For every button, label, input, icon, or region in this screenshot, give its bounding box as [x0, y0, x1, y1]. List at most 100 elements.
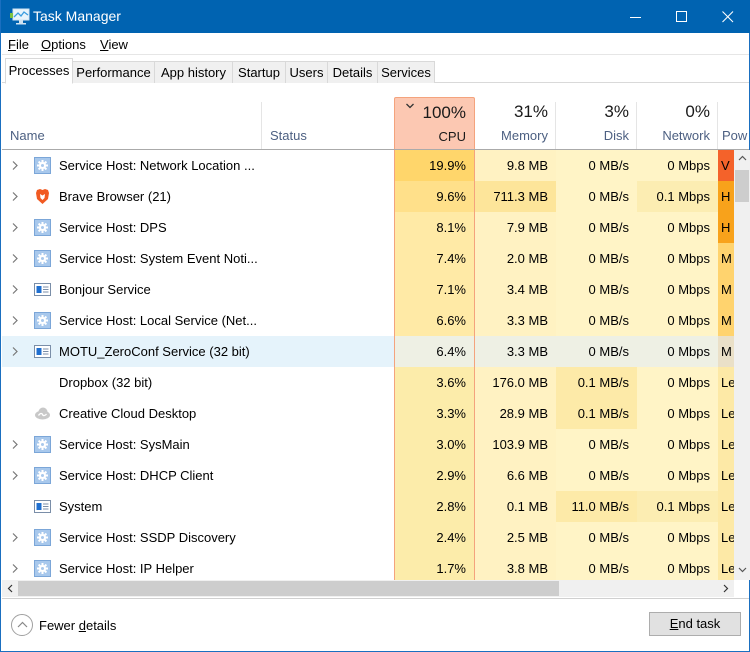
process-row[interactable]: MOTU_ZeroConf Service (32 bit) 6.4% 3.3 MB…	[2, 336, 734, 367]
cpu-total-percent: 100%	[422, 103, 466, 122]
tab-users[interactable]: Users	[285, 61, 328, 83]
process-row[interactable]: Service Host: SSDP Discovery 2.4% 2.5 MB 0 …	[2, 522, 734, 553]
chevron-right-icon[interactable]	[11, 346, 19, 357]
process-name-cell[interactable]: Dropbox (32 bit)	[2, 367, 261, 398]
process-power-usage-cell: Le	[718, 429, 734, 460]
process-row[interactable]: Brave Browser (21) 9.6% 711.3 MB 0 MB/s 0.1 …	[2, 181, 734, 212]
menu-file[interactable]: File	[8, 37, 29, 52]
process-memory-cell: 3.8 MB	[475, 553, 556, 580]
tab-processes[interactable]: Processes	[5, 58, 73, 84]
chevron-right-icon[interactable]	[11, 439, 19, 450]
chevron-right-icon[interactable]	[11, 532, 19, 543]
process-row[interactable]: Service Host: DHCP Client 2.9% 6.6 MB 0 MB/…	[2, 460, 734, 491]
vertical-scroll-thumb[interactable]	[735, 170, 749, 202]
column-header-name[interactable]: Name	[2, 97, 262, 149]
chevron-right-icon[interactable]	[11, 563, 19, 574]
column-header-network[interactable]: 0% Network	[637, 97, 718, 149]
chevron-right-icon[interactable]	[11, 470, 19, 481]
column-header-status[interactable]: Status	[262, 97, 395, 149]
vertical-scrollbar[interactable]	[734, 150, 750, 580]
process-name-cell[interactable]: Service Host: DPS	[2, 212, 261, 243]
process-name: Dropbox (32 bit)	[59, 375, 153, 390]
process-disk-cell: 0 MB/s	[556, 336, 637, 367]
tab-services[interactable]: Services	[377, 61, 435, 83]
chevron-right-icon[interactable]	[11, 191, 19, 202]
process-row[interactable]: Service Host: IP Helper 1.7% 3.8 MB 0 MB/s 0…	[2, 553, 734, 580]
process-name-cell[interactable]: Service Host: Network Location ...	[2, 150, 261, 181]
column-header-cpu[interactable]: 100% CPU	[394, 97, 475, 149]
process-status-cell	[261, 460, 394, 491]
process-row[interactable]: Creative Cloud Desktop 3.3% 28.9 MB 0.1 MB/…	[2, 398, 734, 429]
process-disk-cell: 0 MB/s	[556, 243, 637, 274]
process-name: Creative Cloud Desktop	[59, 406, 197, 421]
tab-startup[interactable]: Startup	[232, 61, 286, 83]
process-disk-cell: 0 MB/s	[556, 429, 637, 460]
chevron-right-icon[interactable]	[11, 160, 19, 171]
process-name-cell[interactable]: Service Host: SSDP Discovery	[2, 522, 261, 553]
chevron-right-icon[interactable]	[11, 222, 19, 233]
tab-app-history[interactable]: App history	[154, 61, 233, 83]
end-task-button[interactable]: End task	[649, 612, 741, 636]
process-name-cell[interactable]: Bonjour Service	[2, 274, 261, 305]
process-row[interactable]: Service Host: System Event Noti... 7.4% 2.…	[2, 243, 734, 274]
process-memory-cell: 176.0 MB	[475, 367, 556, 398]
process-name-cell[interactable]: Service Host: IP Helper	[2, 553, 261, 580]
scroll-up-button[interactable]	[734, 150, 750, 166]
process-memory-cell: 28.9 MB	[475, 398, 556, 429]
title-bar[interactable]: Task Manager	[1, 0, 750, 33]
process-row[interactable]: System 2.8% 0.1 MB 11.0 MB/s 0.1 Mbps Le	[2, 491, 734, 522]
process-network-cell: 0 Mbps	[637, 522, 718, 553]
process-row[interactable]: Service Host: Network Location ... 19.9% 9…	[2, 150, 734, 181]
tab-performance[interactable]: Performance	[72, 61, 155, 83]
process-network-cell: 0 Mbps	[637, 150, 718, 181]
process-status-cell	[261, 274, 394, 305]
process-name-cell[interactable]: System	[2, 491, 261, 522]
process-name-cell[interactable]: Brave Browser (21)	[2, 181, 261, 212]
process-name-cell[interactable]: Creative Cloud Desktop	[2, 398, 261, 429]
menu-view[interactable]: View	[100, 37, 128, 52]
process-name-cell[interactable]: MOTU_ZeroConf Service (32 bit)	[2, 336, 261, 367]
tab-details[interactable]: Details	[327, 61, 378, 83]
disk-total-percent: 3%	[604, 102, 629, 121]
process-power-usage-cell: H	[718, 181, 734, 212]
maximize-button[interactable]	[659, 0, 705, 33]
process-row[interactable]: Bonjour Service 7.1% 3.4 MB 0 MB/s 0 Mbps M	[2, 274, 734, 305]
process-row[interactable]: Service Host: SysMain 3.0% 103.9 MB 0 MB/s 0…	[2, 429, 734, 460]
gear-icon	[34, 219, 51, 236]
chevron-right-icon[interactable]	[11, 253, 19, 264]
scroll-left-button[interactable]	[2, 580, 18, 596]
menu-options[interactable]: Options	[41, 37, 86, 52]
process-cpu-cell: 2.8%	[394, 491, 475, 522]
process-row[interactable]: Dropbox (32 bit) 3.6% 176.0 MB 0.1 MB/s 0 Mb…	[2, 367, 734, 398]
process-power-usage-cell: Le	[718, 460, 734, 491]
scroll-right-button[interactable]	[718, 580, 734, 596]
process-name-cell[interactable]: Service Host: DHCP Client	[2, 460, 261, 491]
scroll-down-button[interactable]	[734, 562, 750, 578]
horizontal-scrollbar[interactable]	[2, 580, 734, 597]
brave-lion-icon	[36, 189, 49, 204]
process-status-cell	[261, 398, 394, 429]
process-name-cell[interactable]: Service Host: SysMain	[2, 429, 261, 460]
column-header-memory[interactable]: 31% Memory	[475, 97, 556, 149]
process-disk-cell: 0 MB/s	[556, 460, 637, 491]
column-header-power[interactable]: Pow	[718, 97, 749, 149]
chevron-right-icon[interactable]	[11, 315, 19, 326]
process-row[interactable]: Service Host: DPS 8.1% 7.9 MB 0 MB/s 0 Mbps H	[2, 212, 734, 243]
gear-icon	[34, 560, 51, 577]
process-network-cell: 0 Mbps	[637, 398, 718, 429]
column-header-disk[interactable]: 3% Disk	[556, 97, 637, 149]
minimize-button[interactable]	[613, 0, 659, 33]
column-network-label: Network	[662, 128, 710, 143]
app-window-icon	[34, 345, 51, 358]
process-name-cell[interactable]: Service Host: System Event Noti...	[2, 243, 261, 274]
process-name-cell[interactable]: Service Host: Local Service (Net...	[2, 305, 261, 336]
process-row[interactable]: Service Host: Local Service (Net... 6.6% 3…	[2, 305, 734, 336]
process-status-cell	[261, 336, 394, 367]
chevron-up-icon	[17, 621, 28, 628]
horizontal-scroll-thumb[interactable]	[18, 581, 559, 596]
process-status-cell	[261, 429, 394, 460]
menu-file-label: ile	[15, 37, 29, 52]
close-button[interactable]	[705, 0, 750, 33]
creative-cloud-icon	[35, 407, 50, 420]
chevron-right-icon[interactable]	[11, 284, 19, 295]
